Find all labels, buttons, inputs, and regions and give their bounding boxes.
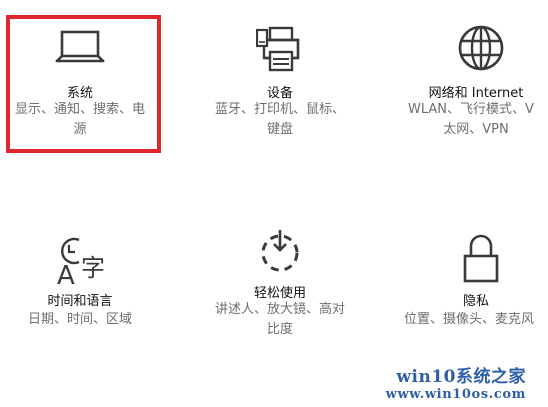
tile-ease-of-access-desc-line2: 比度 [266, 322, 293, 337]
tile-time-language-desc: 日期、时间、区域 [27, 312, 132, 327]
watermark: win10系统之家 www.win10os.com [386, 369, 526, 403]
lock-icon [462, 234, 500, 288]
tile-privacy-title: 隐私 [462, 294, 489, 309]
tile-ease-of-access[interactable]: 轻松使用 讲述人、放大镜、高对 比度 [200, 228, 360, 348]
tile-devices[interactable]: 设备 蓝牙、打印机、鼠标、 键盘 [200, 20, 360, 160]
tile-system[interactable]: 系统 显示、通知、搜索、电 源 [0, 20, 160, 160]
laptop-icon [55, 30, 105, 68]
tile-ease-of-access-title: 轻松使用 [253, 286, 306, 301]
tile-system-desc-line1: 显示、通知、搜索、电 [14, 102, 145, 117]
tile-devices-desc-line2: 键盘 [266, 122, 293, 137]
tile-devices-title: 设备 [266, 86, 293, 101]
printer-icon [255, 26, 306, 78]
tile-devices-desc-line1: 蓝牙、打印机、鼠标、 [214, 102, 345, 117]
globe-icon [457, 24, 505, 76]
tile-privacy-desc: 位置、摄像头、麦克风 [404, 312, 535, 327]
tile-time-language-title: 时间和语言 [47, 294, 113, 309]
tile-network[interactable]: 网络和 Internet WLAN、飞行模式、V 太网、VPN [400, 20, 548, 160]
time-language-icon: A 字 [55, 234, 111, 291]
svg-text:字: 字 [81, 254, 105, 282]
tile-time-language[interactable]: A 字 时间和语言 日期、时间、区域 [0, 228, 160, 348]
tile-network-desc-line2: 太网、VPN [443, 122, 509, 137]
watermark-title: win10系统之家 [396, 367, 526, 387]
svg-text:A: A [57, 261, 75, 286]
tile-privacy[interactable]: 隐私 位置、摄像头、麦克风 [400, 228, 548, 348]
tile-network-desc-line1: WLAN、飞行模式、V [408, 102, 534, 117]
tile-network-title: 网络和 Internet [428, 86, 524, 101]
tile-ease-of-access-desc-line1: 讲述人、放大镜、高对 [214, 302, 345, 317]
ease-of-access-icon [257, 228, 303, 278]
tile-system-desc-line2: 源 [73, 122, 87, 137]
watermark-url: www.win10os.com [385, 387, 526, 402]
tile-system-title: 系统 [66, 86, 93, 101]
